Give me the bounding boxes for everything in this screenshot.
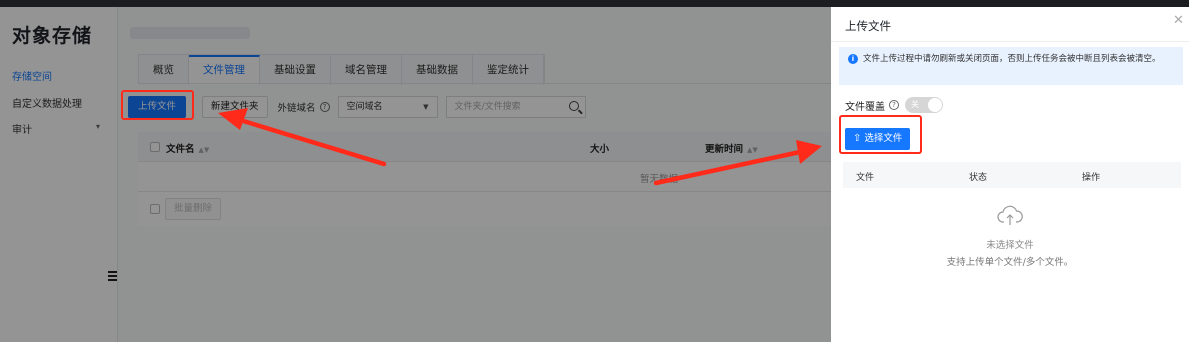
top-strip xyxy=(0,0,1189,7)
cloud-upload-icon xyxy=(997,205,1023,225)
column-actions: 操作 xyxy=(1082,173,1101,183)
upload-drawer: 上传文件 ✕ i 文件上传过程中请勿刷新或关闭页面，否则上传任务会被中断且列表会… xyxy=(831,7,1189,342)
upload-warning-alert: i 文件上传过程中请勿刷新或关闭页面，否则上传任务会被中断且列表会被清空。 xyxy=(839,47,1183,85)
upload-list-header: 文件 状态 操作 xyxy=(843,162,1181,188)
info-icon: i xyxy=(848,54,858,64)
modal-overlay[interactable] xyxy=(0,7,831,342)
alert-text: 文件上传过程中请勿刷新或关闭页面，否则上传任务会被中断且列表会被清空。 xyxy=(863,54,1161,64)
empty-subtitle: 支持上传单个文件/多个文件。 xyxy=(946,257,1074,268)
drawer-title: 上传文件 xyxy=(845,19,891,33)
help-icon[interactable]: ? xyxy=(889,100,899,110)
override-label: 文件覆盖 xyxy=(845,101,885,113)
divider xyxy=(831,41,1189,42)
column-status: 状态 xyxy=(969,173,988,183)
column-file: 文件 xyxy=(856,173,875,183)
override-setting: 文件覆盖 ? 关 xyxy=(845,96,943,114)
override-toggle[interactable]: 关 xyxy=(905,97,943,113)
toggle-knob xyxy=(928,98,942,112)
toggle-state-text: 关 xyxy=(911,100,919,109)
highlight-choose-file-button xyxy=(839,115,922,154)
empty-title: 未选择文件 xyxy=(986,240,1034,251)
close-icon[interactable]: ✕ xyxy=(1173,13,1184,28)
upload-empty-state: 未选择文件 支持上传单个文件/多个文件。 xyxy=(831,205,1189,268)
highlight-upload-button xyxy=(121,90,194,120)
